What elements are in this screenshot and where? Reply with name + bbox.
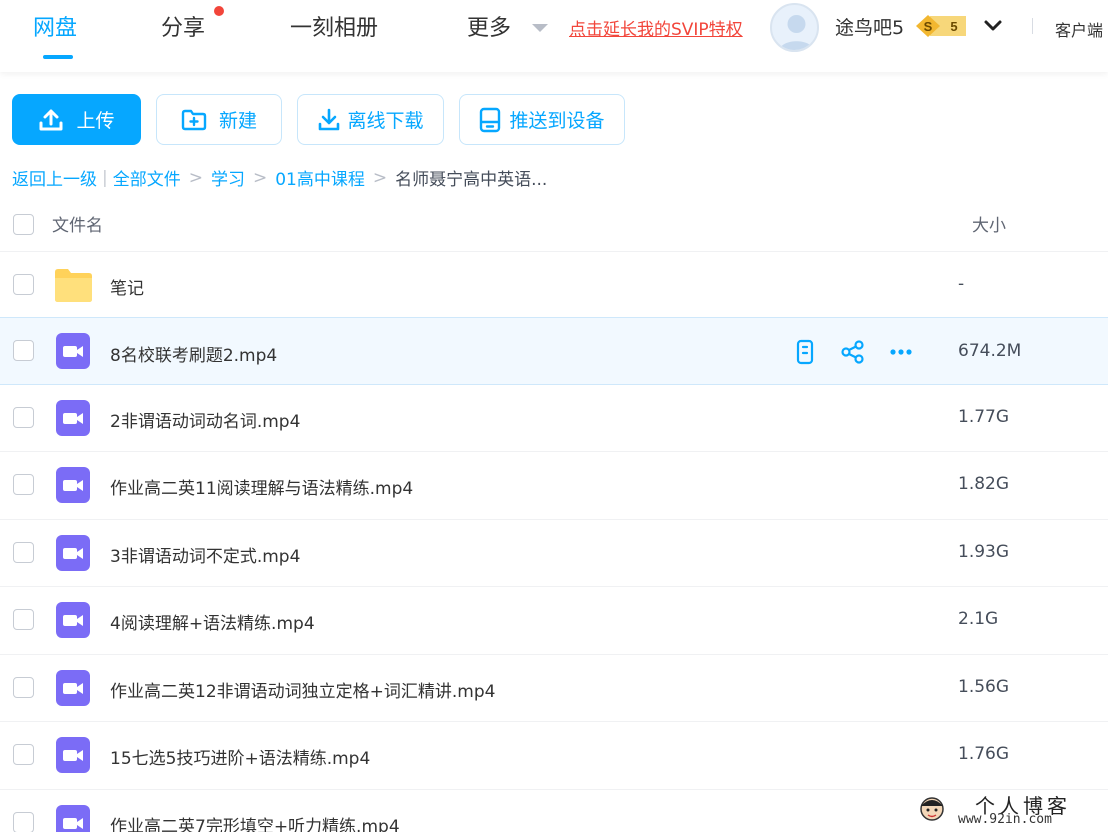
nav-tab-share[interactable]: 分享 xyxy=(161,10,205,42)
file-name[interactable]: 3非谓语动词不定式.mp4 xyxy=(110,542,300,567)
username[interactable]: 途鸟吧5 xyxy=(835,13,904,40)
push-to-device-button[interactable]: 推送到设备 xyxy=(459,94,625,145)
file-size: 1.77G xyxy=(958,407,1010,427)
file-name[interactable]: 作业高二英12非谓语动词独立定格+词汇精讲.mp4 xyxy=(110,677,495,702)
row-checkbox[interactable] xyxy=(13,407,34,428)
nav-divider xyxy=(1032,18,1033,34)
nav-tab-more[interactable]: 更多 xyxy=(467,10,511,42)
file-size: 2.1G xyxy=(958,609,999,629)
file-name[interactable]: 8名校联考刷题2.mp4 xyxy=(110,341,277,366)
file-size: 1.93G xyxy=(958,542,1010,562)
avatar[interactable] xyxy=(770,3,819,52)
upload-label: 上传 xyxy=(76,110,115,132)
new-folder-icon xyxy=(181,109,207,130)
svip-badge[interactable]: S 5 xyxy=(916,14,968,42)
video-file-icon xyxy=(56,737,90,773)
video-file-icon xyxy=(56,670,90,706)
breadcrumb-item-course[interactable]: 01高中课程 xyxy=(275,165,365,190)
video-file-icon xyxy=(56,400,90,436)
client-download-link[interactable]: 客户端 xyxy=(1055,17,1103,41)
file-size: 674.2M xyxy=(958,341,1022,361)
video-file-icon xyxy=(56,805,90,832)
breadcrumb-item-study[interactable]: 学习 xyxy=(211,165,245,190)
select-all-checkbox[interactable] xyxy=(13,214,34,235)
row-checkbox[interactable] xyxy=(13,542,34,563)
phone-icon[interactable] xyxy=(792,339,818,365)
file-name[interactable]: 作业高二英7完形填空+听力精练.mp4 xyxy=(110,812,400,832)
file-row[interactable]: 3非谓语动词不定式.mp4 1.93G xyxy=(0,520,1108,587)
file-row[interactable]: 作业高二英11阅读理解与语法精练.mp4 1.82G xyxy=(0,452,1108,520)
download-icon xyxy=(319,108,340,130)
offline-download-button[interactable]: 离线下载 xyxy=(297,94,444,145)
file-name[interactable]: 作业高二英11阅读理解与语法精练.mp4 xyxy=(110,474,413,499)
active-tab-indicator xyxy=(43,55,73,59)
file-row[interactable]: 15七选5技巧进阶+语法精练.mp4 1.76G xyxy=(0,722,1108,790)
video-file-icon xyxy=(56,602,90,638)
vip-badge-letter: S xyxy=(924,19,933,34)
breadcrumb-back-link[interactable]: 返回上一级 xyxy=(12,165,97,190)
file-row[interactable]: 笔记 - xyxy=(0,252,1108,319)
row-checkbox[interactable] xyxy=(13,677,34,698)
new-label: 新建 xyxy=(218,110,257,132)
file-size: 1.56G xyxy=(958,677,1010,697)
push-to-device-label: 推送到设备 xyxy=(509,110,605,132)
notification-dot xyxy=(214,6,224,16)
breadcrumb: 返回上一级 | 全部文件 > 学习 > 01高中课程 > 名师聂宁高中英语... xyxy=(12,165,548,191)
chevron-right-icon: > xyxy=(188,167,203,188)
chevron-right-icon: > xyxy=(252,167,268,188)
row-checkbox[interactable] xyxy=(13,474,34,495)
file-name[interactable]: 15七选5技巧进阶+语法精练.mp4 xyxy=(110,744,370,769)
top-nav: 网盘 分享 一刻相册 更多 点击延长我的SVIP特权 途鸟吧5 S 5 客户端 xyxy=(0,0,1108,72)
device-icon xyxy=(480,107,501,132)
breadcrumb-current: 名师聂宁高中英语... xyxy=(395,170,548,190)
upload-icon xyxy=(39,109,63,130)
file-size: - xyxy=(958,274,965,294)
upload-button[interactable]: 上传 xyxy=(12,94,141,145)
file-size: 1.82G xyxy=(958,474,1010,494)
video-file-icon xyxy=(56,467,90,503)
breadcrumb-divider: | xyxy=(102,167,108,188)
file-table-header: 文件名 大小 xyxy=(0,196,1108,252)
offline-download-label: 离线下载 xyxy=(347,110,424,132)
vip-level: 5 xyxy=(950,19,957,34)
watermark-url: www.92in.com xyxy=(958,812,1052,827)
file-row[interactable]: 8名校联考刷题2.mp4 674.2M xyxy=(0,317,1108,385)
file-row[interactable]: 2非谓语动词动名词.mp4 1.77G xyxy=(0,385,1108,452)
row-checkbox[interactable] xyxy=(13,744,34,765)
row-checkbox[interactable] xyxy=(13,274,34,295)
chevron-down-icon[interactable] xyxy=(983,16,1003,40)
file-name[interactable]: 4阅读理解+语法精练.mp4 xyxy=(110,609,315,634)
new-button[interactable]: 新建 xyxy=(156,94,282,145)
folder-icon xyxy=(55,269,92,302)
row-checkbox[interactable] xyxy=(13,340,34,361)
row-actions xyxy=(792,339,936,365)
file-name[interactable]: 笔记 xyxy=(110,274,144,299)
row-checkbox[interactable] xyxy=(13,609,34,630)
column-header-size[interactable]: 大小 xyxy=(972,211,1006,236)
file-size: 1.76G xyxy=(958,744,1010,764)
nav-tab-netdisk[interactable]: 网盘 xyxy=(33,10,77,42)
row-checkbox[interactable] xyxy=(13,812,34,832)
more-icon[interactable] xyxy=(888,339,914,365)
file-name[interactable]: 2非谓语动词动名词.mp4 xyxy=(110,407,300,432)
breadcrumb-item-all-files[interactable]: 全部文件 xyxy=(113,165,181,190)
caret-down-icon[interactable] xyxy=(532,24,548,32)
file-row[interactable]: 4阅读理解+语法精练.mp4 2.1G xyxy=(0,587,1108,655)
video-file-icon xyxy=(56,535,90,571)
chevron-right-icon: > xyxy=(372,167,388,188)
share-icon[interactable] xyxy=(840,339,866,365)
video-file-icon xyxy=(56,333,90,369)
svip-promo-link[interactable]: 点击延长我的SVIP特权 xyxy=(569,15,743,40)
file-row[interactable]: 作业高二英12非谓语动词独立定格+词汇精讲.mp4 1.56G xyxy=(0,655,1108,722)
nav-tab-album[interactable]: 一刻相册 xyxy=(290,10,378,42)
column-header-name[interactable]: 文件名 xyxy=(52,211,103,236)
